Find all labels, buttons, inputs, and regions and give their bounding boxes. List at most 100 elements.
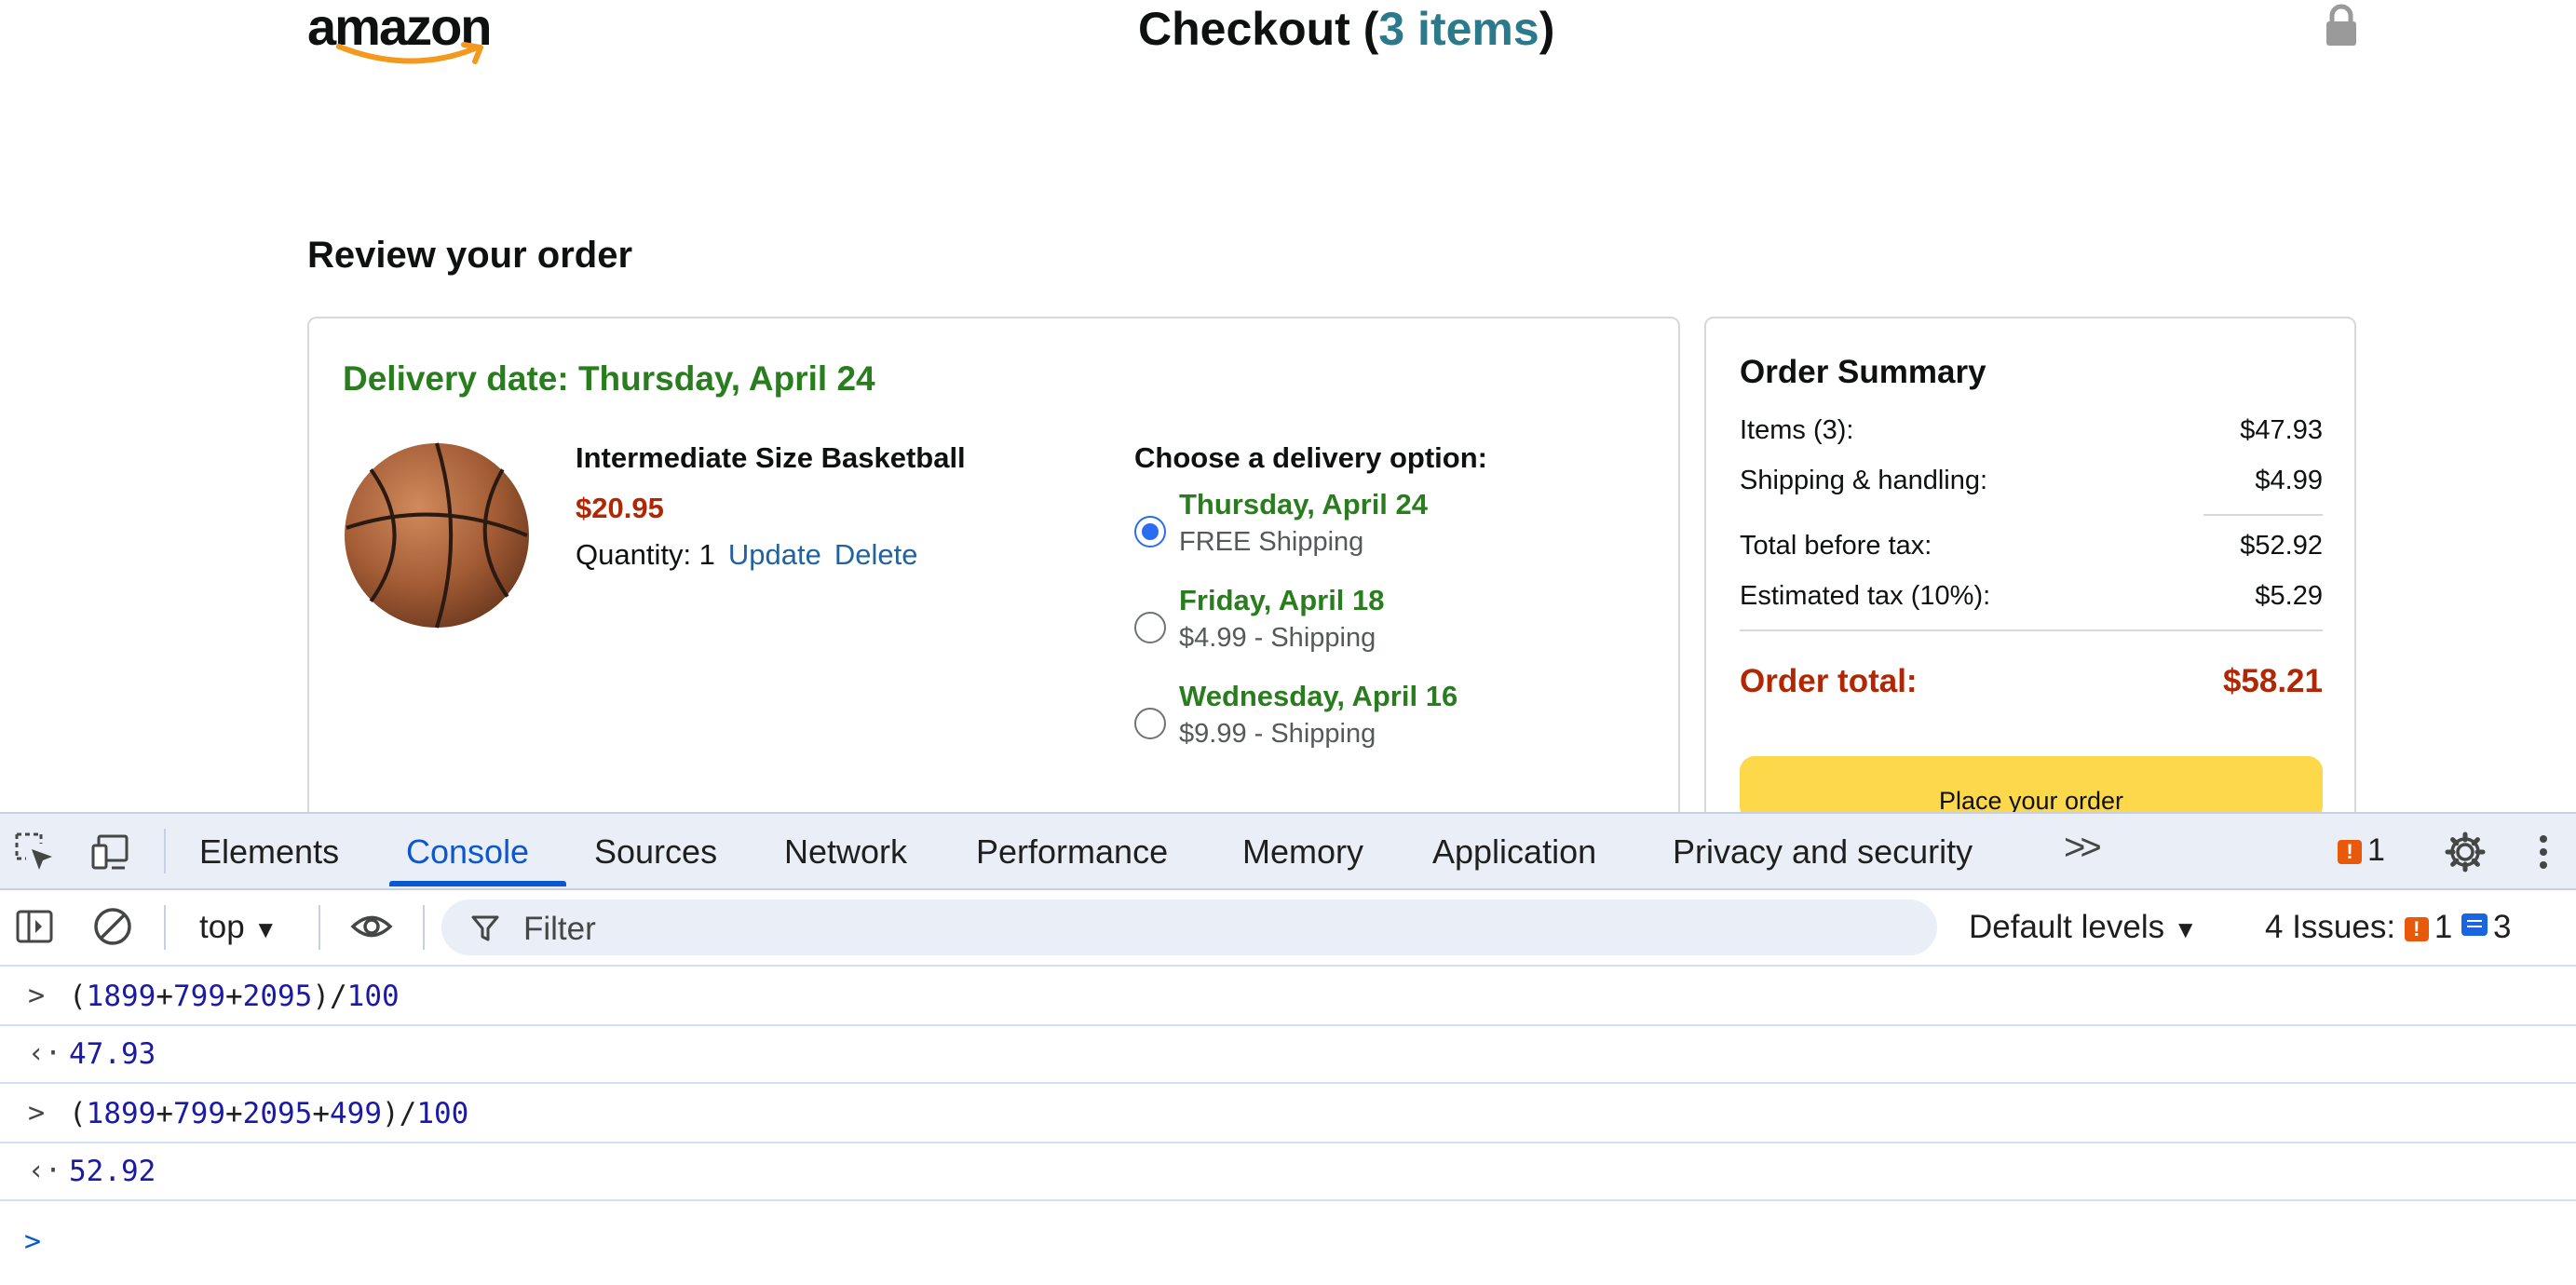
console-prompt-icon[interactable]: > <box>24 1225 41 1258</box>
summary-row-shipping: Shipping & handling: $4.99 <box>1740 466 2323 496</box>
issues-warn-count: 1 <box>2434 909 2453 945</box>
product-name[interactable]: Intermediate Size Basketball <box>576 441 966 475</box>
input-chevron-icon: > <box>28 980 46 1012</box>
lock-icon <box>2326 4 2356 46</box>
tab-application[interactable]: Application <box>1432 832 1596 872</box>
tab-network[interactable]: Network <box>784 832 907 872</box>
option-shipping: $9.99 - Shipping <box>1179 719 1376 749</box>
filter-input[interactable]: Filter <box>441 900 1937 955</box>
tab-elements[interactable]: Elements <box>199 832 339 872</box>
console-code: (1899+799+2095+499)/100 <box>69 1097 469 1130</box>
update-link[interactable]: Update <box>728 538 821 571</box>
summary-row-items: Items (3): $47.93 <box>1740 415 2323 446</box>
summary-divider <box>2203 514 2323 516</box>
option-date: Wednesday, April 16 <box>1179 680 1458 712</box>
filter-placeholder: Filter <box>523 911 596 947</box>
inspect-element-icon[interactable] <box>13 831 56 873</box>
toolbar-separator <box>423 905 425 950</box>
active-tab-indicator <box>389 881 566 886</box>
more-tabs-chevron-icon[interactable]: >> <box>2064 827 2102 869</box>
option-shipping: $4.99 - Shipping <box>1179 623 1376 653</box>
summary-value: $47.93 <box>2240 415 2323 445</box>
tab-memory[interactable]: Memory <box>1242 832 1363 872</box>
quantity-label: Quantity: 1 <box>576 538 715 571</box>
amazon-logo[interactable]: amazon <box>307 0 503 71</box>
product-info: Intermediate Size Basketball $20.95 Quan… <box>576 441 966 572</box>
order-total: Order total: $58.21 <box>1740 663 2323 700</box>
info-message-icon <box>2461 913 2488 936</box>
radio-button-selected[interactable] <box>1134 516 1166 548</box>
issues-info-count: 3 <box>2493 909 2512 945</box>
summary-value: $4.99 <box>2255 466 2323 495</box>
summary-row-before-tax: Total before tax: $52.92 <box>1740 531 2323 561</box>
dropdown-arrow-icon: ▼ <box>2173 915 2198 943</box>
option-shipping: FREE Shipping <box>1179 527 1364 557</box>
tab-performance[interactable]: Performance <box>976 832 1168 872</box>
devtools-panel: Elements Console Sources Network Perform… <box>0 812 2576 1285</box>
summary-row-tax: Estimated tax (10%): $5.29 <box>1740 581 2323 612</box>
title-prefix: Checkout ( <box>1138 3 1379 55</box>
delete-link[interactable]: Delete <box>834 538 918 571</box>
delivery-option[interactable]: Friday, April 18 $4.99 - Shipping <box>1134 584 1487 680</box>
delivery-date: Delivery date: Thursday, April 24 <box>343 359 875 398</box>
context-value: top <box>199 909 245 945</box>
result-arrow-icon: ‹· <box>28 1037 62 1070</box>
summary-value: $52.92 <box>2240 531 2323 561</box>
console-code: (1899+799+2095)/100 <box>69 980 400 1013</box>
live-expression-eye-icon[interactable] <box>350 905 393 948</box>
delivery-option[interactable]: Thursday, April 24 FREE Shipping <box>1134 488 1487 584</box>
summary-label: Estimated tax (10%): <box>1740 581 1991 611</box>
checkout-page: amazon Checkout (3 items) Review your or… <box>0 0 2576 812</box>
smile-arrow-icon <box>336 42 483 64</box>
clear-console-icon[interactable] <box>91 905 134 948</box>
summary-value: $5.29 <box>2255 581 2323 611</box>
option-date: Thursday, April 24 <box>1179 488 1429 521</box>
settings-gear-icon[interactable] <box>2444 831 2487 873</box>
delivery-options-title: Choose a delivery option: <box>1134 441 1487 474</box>
toolbar-separator <box>164 829 166 873</box>
tab-privacy-security[interactable]: Privacy and security <box>1673 832 1973 872</box>
toolbar-separator <box>319 905 320 950</box>
console-input-line[interactable]: > (1899+799+2095)/100 <box>0 967 2576 1026</box>
title-suffix: ) <box>1539 3 1555 55</box>
order-item-card: Delivery date: Thursday, April 24 Interm… <box>307 317 1680 812</box>
checkout-title: Checkout (3 items) <box>1138 2 1554 56</box>
sidebar-toggle-icon[interactable] <box>13 905 56 948</box>
console-input-line[interactable]: > (1899+799+2095+499)/100 <box>0 1084 2576 1143</box>
issues-counter[interactable]: 4 Issues: ! 1 3 <box>2265 909 2511 946</box>
console-output: > (1899+799+2095)/100 ‹· 47.93 > (1899+7… <box>0 967 2576 1285</box>
console-result-line: ‹· 47.93 <box>0 1024 2576 1084</box>
issues-badge[interactable]: ! 1 <box>2338 832 2385 869</box>
console-result-line: ‹· 52.92 <box>0 1142 2576 1201</box>
tab-console[interactable]: Console <box>406 832 529 872</box>
delivery-options: Choose a delivery option: Thursday, Apri… <box>1134 441 1487 776</box>
order-total-label: Order total: <box>1740 663 1918 699</box>
quantity-row: Quantity: 1 Update Delete <box>576 538 966 572</box>
delivery-option[interactable]: Wednesday, April 16 $9.99 - Shipping <box>1134 680 1487 776</box>
summary-label: Shipping & handling: <box>1740 466 1988 495</box>
input-chevron-icon: > <box>28 1097 46 1129</box>
order-summary: Order Summary Items (3): $47.93 Shipping… <box>1704 317 2356 812</box>
place-order-button[interactable]: Place your order <box>1740 756 2323 812</box>
review-heading: Review your order <box>307 235 633 276</box>
basketball-image[interactable] <box>343 441 531 629</box>
log-levels-select[interactable]: Default levels ▼ <box>1969 909 2198 946</box>
context-select[interactable]: top ▼ <box>199 909 278 946</box>
summary-label: Total before tax: <box>1740 531 1932 561</box>
tab-sources[interactable]: Sources <box>594 832 717 872</box>
devtools-tabbar: Elements Console Sources Network Perform… <box>0 814 2576 890</box>
radio-button[interactable] <box>1134 612 1166 643</box>
dropdown-arrow-icon: ▼ <box>253 915 278 943</box>
radio-button[interactable] <box>1134 708 1166 739</box>
summary-title: Order Summary <box>1740 354 1986 390</box>
items-link[interactable]: 3 items <box>1378 3 1539 55</box>
order-total-value: $58.21 <box>2222 663 2323 699</box>
warning-icon: ! <box>2404 917 2429 941</box>
device-toolbar-icon[interactable] <box>89 831 132 873</box>
more-options-kebab-icon[interactable] <box>2522 831 2565 873</box>
console-result: 47.93 <box>69 1037 156 1071</box>
summary-divider <box>1740 629 2323 631</box>
warning-icon: ! <box>2338 840 2362 864</box>
result-arrow-icon: ‹· <box>28 1155 62 1187</box>
console-result: 52.92 <box>69 1155 156 1188</box>
